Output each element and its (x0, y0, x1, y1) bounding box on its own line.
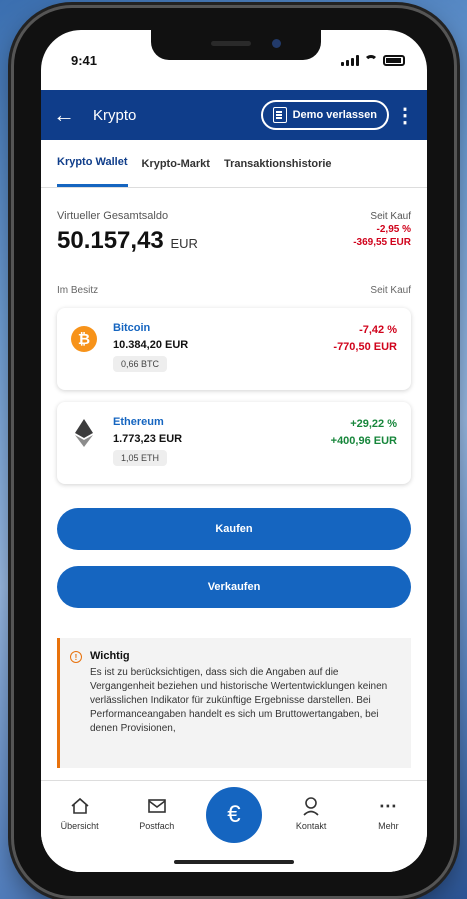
nav-more[interactable]: ⋯ Mehr (358, 795, 418, 832)
balance-since-label: Seit Kauf (370, 211, 411, 222)
nav-mailbox-label: Postfach (139, 821, 175, 831)
battery-icon (383, 54, 405, 66)
exit-demo-button[interactable]: Demo verlassen (260, 100, 389, 130)
holdings-header: Im Besitz Seit Kauf (57, 285, 411, 296)
balance-currency: EUR (170, 236, 198, 251)
balance-value: 50.157,43 EUR (57, 227, 198, 255)
balance-section: Virtueller Gesamtsaldo 50.157,43 EUR Sei… (57, 210, 411, 255)
tab-krypto-markt[interactable]: Krypto-Markt (142, 140, 210, 187)
device-notch (151, 30, 321, 60)
page-title: Krypto (93, 106, 137, 124)
asset-value: 10.384,20 EUR (113, 339, 189, 351)
asset-change-pct: -7,42 % (359, 324, 397, 336)
nav-contact-label: Kontakt (295, 821, 327, 831)
asset-amount-chip: 0,66 BTC (113, 356, 168, 372)
main-content: Virtueller Gesamtsaldo 50.157,43 EUR Sei… (41, 210, 427, 768)
nav-overview[interactable]: Übersicht (50, 795, 110, 831)
nav-overview-label: Übersicht (60, 821, 99, 831)
exit-demo-label: Demo verlassen (292, 109, 377, 121)
balance-change-eur: -369,55 EUR (353, 237, 411, 248)
buy-button[interactable]: Kaufen (57, 508, 411, 550)
asset-name: Bitcoin (113, 322, 151, 334)
tab-transaktionshistorie[interactable]: Transaktionshistorie (224, 140, 332, 187)
euro-icon[interactable]: € (205, 787, 262, 843)
asset-card-ethereum[interactable]: Ethereum 1.773,23 EUR 1,05 ETH +29,22 % … (57, 402, 411, 484)
asset-change-pct: +29,22 % (350, 418, 397, 430)
contact-person-icon (301, 795, 321, 817)
app-screen: 9:41 ← Krypto Demo verlassen ⋮ Krypto Wa… (41, 30, 427, 872)
asset-change-eur: +400,96 EUR (330, 435, 397, 447)
home-icon (70, 795, 90, 817)
home-indicator (174, 860, 294, 864)
tab-krypto-wallet[interactable]: Krypto Wallet (57, 140, 128, 187)
info-warning-icon: ! (70, 651, 82, 663)
nav-contact[interactable]: Kontakt (281, 795, 341, 831)
nav-center[interactable]: € (204, 787, 264, 843)
asset-card-bitcoin[interactable]: ₿ Bitcoin 10.384,20 EUR 0,66 BTC -7,42 %… (57, 308, 411, 390)
signal-icon (341, 54, 359, 66)
mail-icon (147, 795, 167, 817)
tab-bar: Krypto Wallet Krypto-Markt Transaktionsh… (41, 140, 427, 188)
holdings-since-label: Seit Kauf (370, 285, 411, 296)
nav-more-label: Mehr (378, 821, 399, 831)
wifi-icon (364, 55, 378, 65)
back-arrow-icon[interactable]: ← (53, 102, 93, 128)
app-bar: ← Krypto Demo verlassen ⋮ (41, 90, 427, 140)
bitcoin-icon: ₿ (71, 326, 97, 352)
bottom-navigation: Übersicht Postfach € Kontakt ⋯ Mehr (41, 780, 427, 872)
more-options-icon[interactable]: ⋮ (389, 103, 415, 128)
notice-title: Wichtig (90, 650, 130, 662)
ethereum-icon (71, 418, 97, 448)
important-notice: ! Wichtig Es ist zu berücksichtigen, das… (57, 638, 411, 768)
asset-amount-chip: 1,05 ETH (113, 450, 168, 466)
status-time: 9:41 (71, 52, 98, 68)
asset-name: Ethereum (113, 416, 164, 428)
asset-change-eur: -770,50 EUR (333, 341, 397, 353)
phone-frame: 9:41 ← Krypto Demo verlassen ⋮ Krypto Wa… (14, 8, 454, 896)
balance-label: Virtueller Gesamtsaldo (57, 210, 169, 222)
nav-mailbox[interactable]: Postfach (127, 795, 187, 831)
balance-amount: 50.157,43 (57, 227, 164, 254)
sell-button[interactable]: Verkaufen (57, 566, 411, 608)
asset-value: 1.773,23 EUR (113, 433, 183, 445)
holdings-label: Im Besitz (57, 285, 99, 296)
document-icon (272, 107, 287, 123)
notice-text: Es ist zu berücksichtigen, dass sich die… (90, 667, 388, 734)
more-dots-icon: ⋯ (378, 795, 398, 816)
balance-change-pct: -2,95 % (376, 224, 411, 235)
